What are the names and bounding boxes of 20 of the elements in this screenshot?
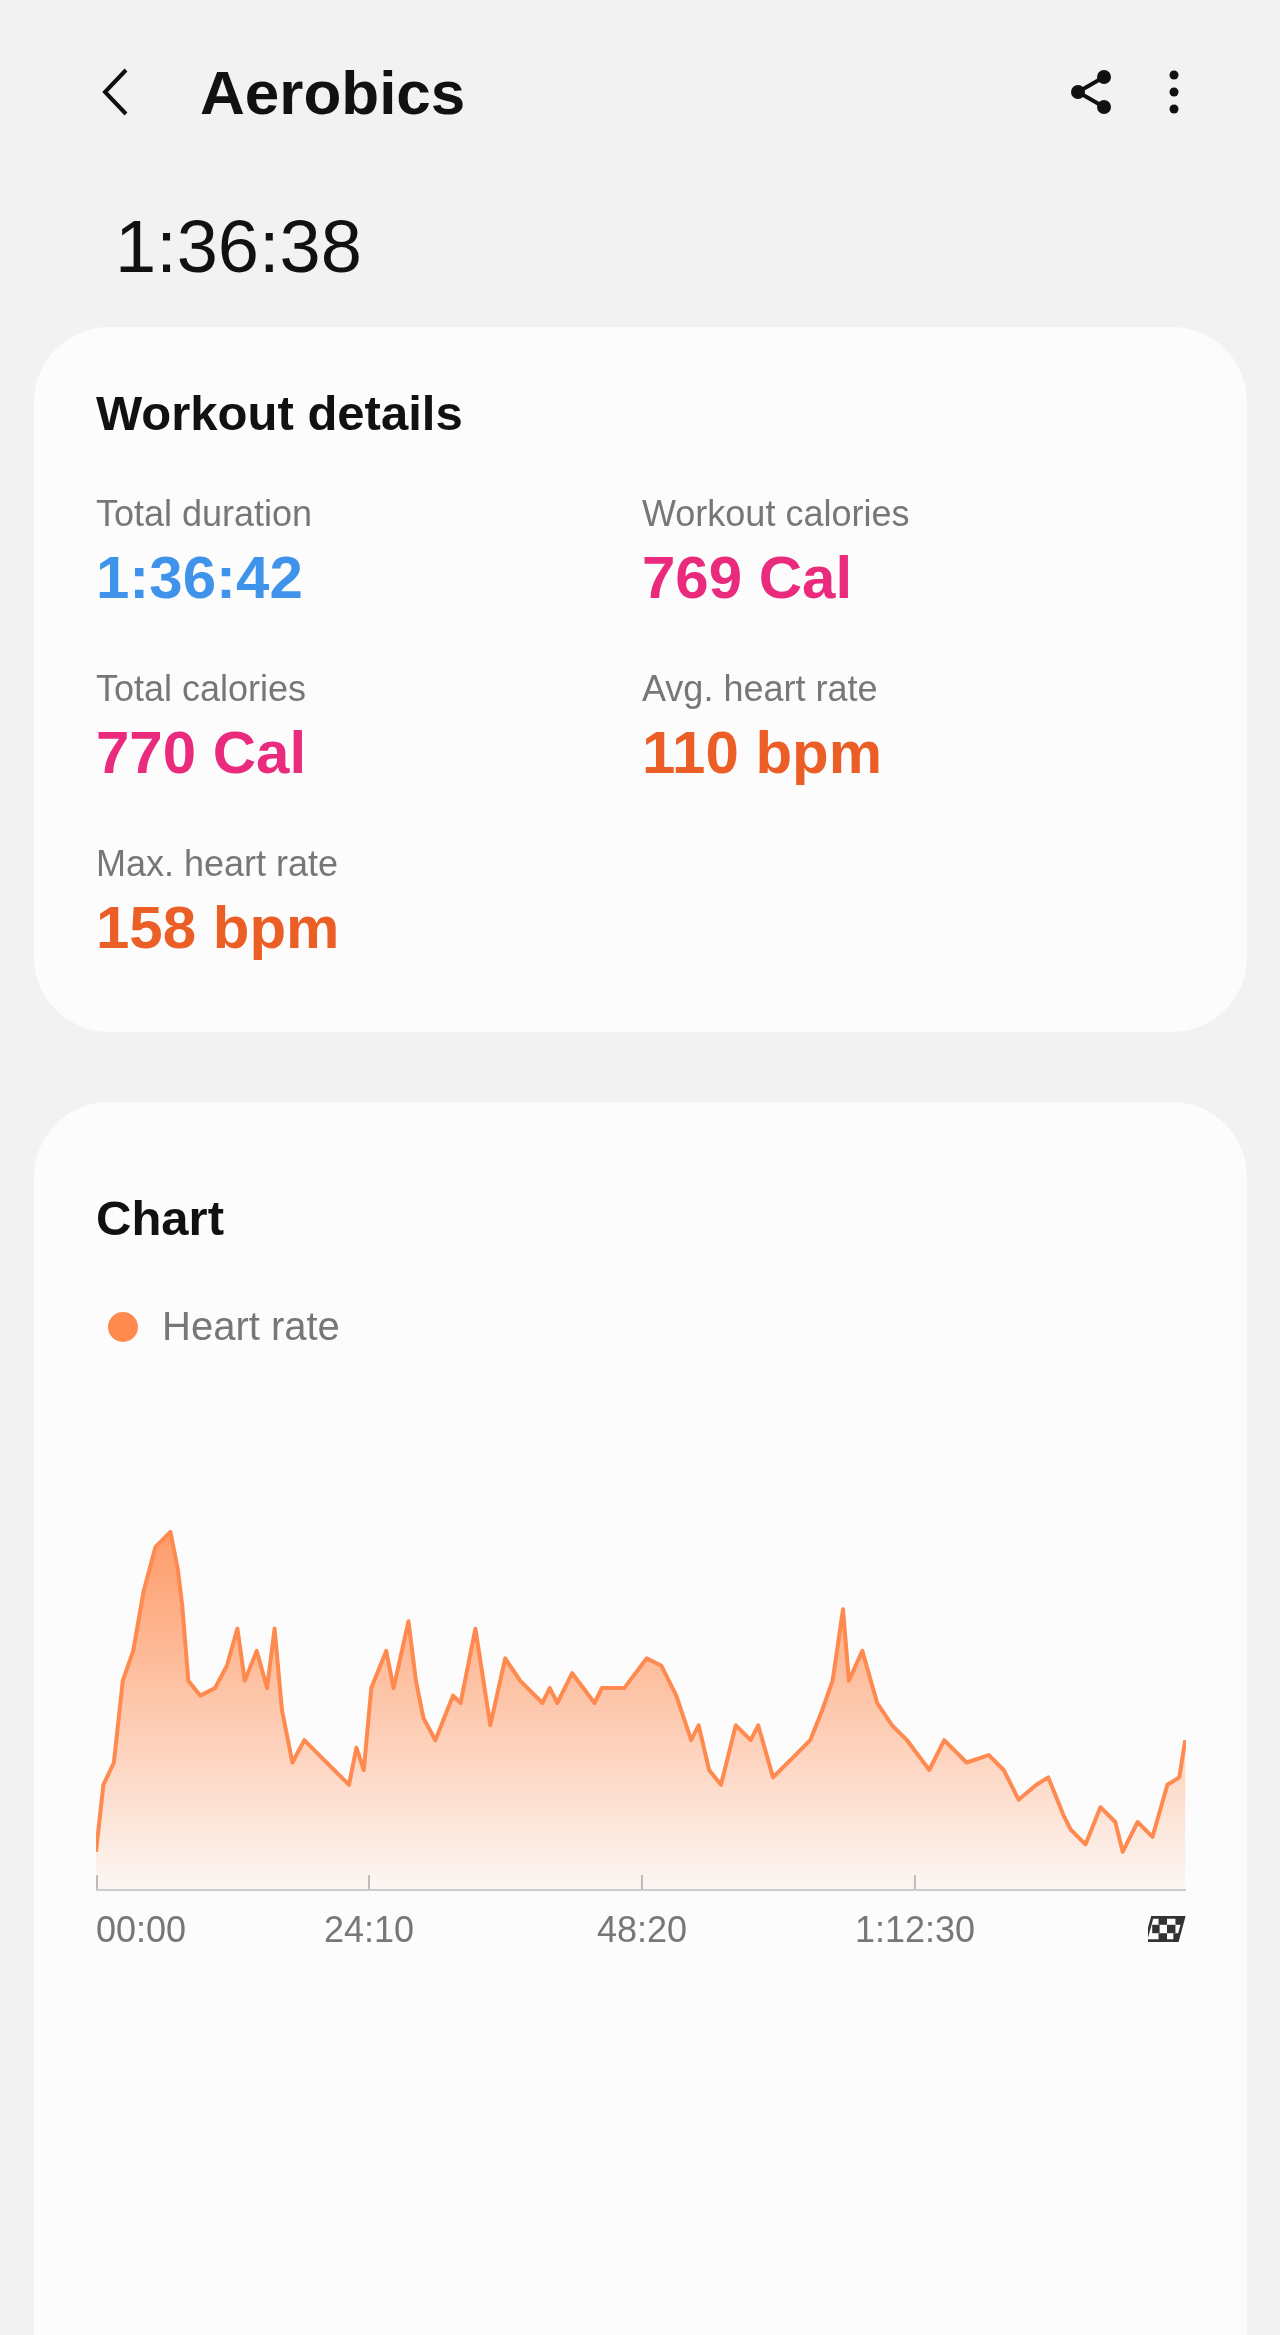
stat-label: Max. heart rate [96,843,340,885]
card-title: Workout details [96,385,464,441]
axis-label: 24:10 [323,1909,415,1951]
axis-label: 00:00 [96,1909,187,1951]
finish-flag-icon [1148,1913,1186,1945]
stat-label: Total calories [96,668,308,710]
axis-label: 1:12:30 [854,1909,976,1951]
stat-value: 158 bpm [96,893,341,962]
stat-label: Avg. heart rate [642,668,879,710]
page-title: Aerobics [200,56,467,128]
axis-label: 48:20 [596,1909,688,1951]
stat-label: Workout calories [642,493,911,535]
stat-label: Total duration [96,493,314,535]
stat-value: 110 bpm [642,718,884,787]
card-title: Chart [96,1190,225,1246]
stat-value: 769 Cal [642,543,854,612]
stat-value: 770 Cal [96,718,308,787]
legend-label: Heart rate [162,1304,340,1349]
workout-time: 1:36:38 [115,204,363,290]
stat-value: 1:36:42 [96,543,304,612]
